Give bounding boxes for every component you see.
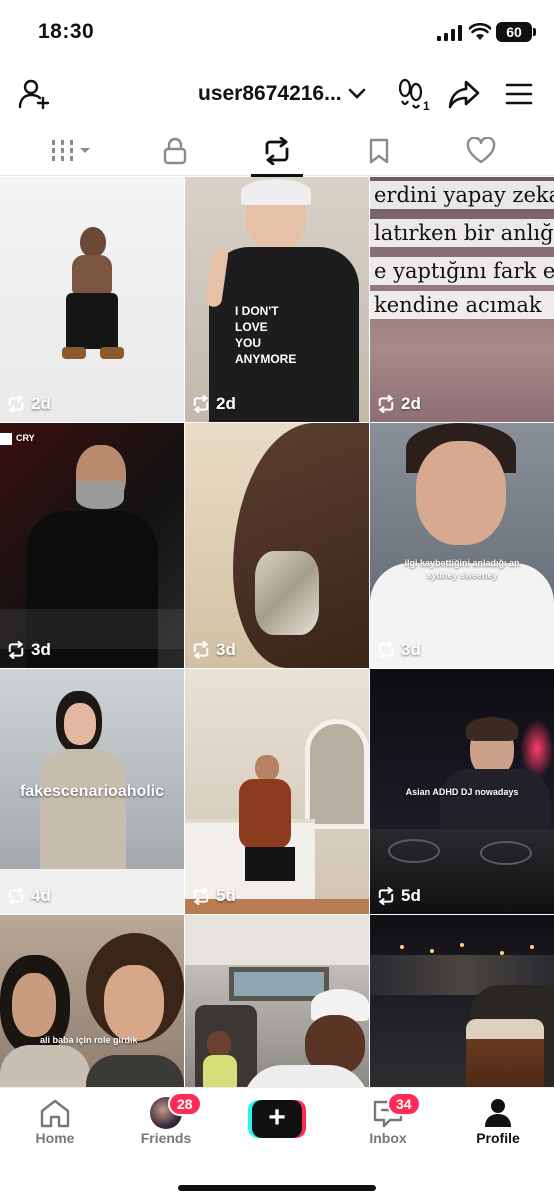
video-caption: ali baba için role girdik <box>40 1035 138 1045</box>
heart-icon <box>466 137 496 164</box>
nav-home-label: Home <box>35 1130 75 1146</box>
video-thumbnail[interactable]: 2d <box>0 177 184 422</box>
nav-friends-label: Friends <box>140 1130 192 1146</box>
repost-icon <box>193 887 209 905</box>
home-indicator <box>178 1185 376 1191</box>
video-caption: ilgi kaybettiğini anladığı an sydney swe… <box>404 558 520 580</box>
repost-icon <box>193 641 209 659</box>
video-thumbnail[interactable]: ilgi kaybettiğini anladığı an sydney swe… <box>370 423 554 668</box>
chevron-down-icon <box>348 88 365 99</box>
lock-icon <box>163 137 187 165</box>
repost-icon <box>8 641 24 659</box>
profile-tabs <box>0 126 554 177</box>
tab-reposts[interactable] <box>237 126 317 177</box>
inbox-badge: 34 <box>387 1092 421 1116</box>
video-thumbnail[interactable]: 3d <box>185 423 369 668</box>
battery-indicator: 60 <box>496 22 532 42</box>
bookmark-icon <box>369 138 389 164</box>
wifi-icon <box>469 23 491 40</box>
status-bar: 18:30 60 <box>0 0 554 62</box>
repost-icon <box>378 641 394 659</box>
repost-age: 4d <box>6 886 51 906</box>
repost-grid: 2d I DON'T LOVE YOU ANYMORE 2d erdini yapa… <box>0 177 554 1087</box>
share-icon[interactable] <box>446 76 482 112</box>
tab-videos[interactable] <box>32 126 112 176</box>
add-friend-icon[interactable] <box>16 76 52 112</box>
video-caption: e yaptığını fark edi <box>370 257 554 285</box>
repost-icon <box>8 395 24 413</box>
profile-header: user8674216... 1 <box>0 62 554 126</box>
home-icon <box>40 1099 70 1128</box>
video-thumbnail[interactable]: 5d <box>185 669 369 914</box>
video-thumbnail[interactable]: fakescenarioaholic 4d <box>0 669 184 914</box>
nav-profile-label: Profile <box>476 1130 520 1146</box>
nav-inbox-label: Inbox <box>369 1130 407 1146</box>
nav-profile[interactable]: Profile <box>453 1096 543 1146</box>
nav-home[interactable]: Home <box>10 1096 100 1146</box>
repost-icon <box>8 887 24 905</box>
tab-liked[interactable] <box>441 126 521 176</box>
video-caption: fakescenarioaholic <box>19 783 165 800</box>
tab-favorites[interactable] <box>339 126 419 176</box>
repost-icon <box>193 395 209 413</box>
battery-tip <box>533 28 536 36</box>
video-thumbnail[interactable] <box>370 915 554 1087</box>
video-caption: kendine acımak <box>370 291 554 319</box>
repost-icon <box>378 395 394 413</box>
repost-age: 3d <box>6 640 51 660</box>
video-thumbnail[interactable]: I DON'T LOVE YOU ANYMORE 2d <box>185 177 369 422</box>
grid-icon <box>52 140 90 161</box>
footprints-icon[interactable]: 1 <box>396 76 432 112</box>
repost-icon <box>265 137 289 165</box>
status-time: 18:30 <box>38 20 95 43</box>
repost-age: 2d <box>6 394 51 414</box>
repost-age: 3d <box>191 640 236 660</box>
friends-badge: 28 <box>168 1092 202 1116</box>
corner-label: CRY <box>16 433 35 443</box>
video-thumbnail[interactable]: CRY 3d <box>0 423 184 668</box>
svg-text:1: 1 <box>423 99 430 111</box>
bottom-nav: Home Friends 28 + Inbox 34 Profile <box>0 1087 554 1199</box>
repost-age: 2d <box>376 394 421 414</box>
video-caption: latırken bir anlığı <box>370 219 554 247</box>
username-switcher[interactable]: user8674216... <box>198 82 366 106</box>
repost-age: 3d <box>376 640 421 660</box>
tab-private[interactable] <box>135 126 215 176</box>
video-thumbnail[interactable]: ali baba için role girdik <box>0 915 184 1087</box>
repost-age: 5d <box>191 886 236 906</box>
repost-icon <box>378 887 394 905</box>
video-thumbnail[interactable]: Asian ADHD DJ nowadays 5d <box>370 669 554 914</box>
profile-icon <box>485 1099 511 1127</box>
menu-icon[interactable] <box>501 76 537 112</box>
create-button[interactable]: + <box>248 1100 306 1138</box>
repost-age: 2d <box>191 394 236 414</box>
cellular-signal-icon <box>437 25 462 41</box>
video-caption: erdini yapay zekay <box>370 181 554 209</box>
video-thumbnail[interactable] <box>185 915 369 1087</box>
video-thumbnail[interactable]: erdini yapay zekay latırken bir anlığı e… <box>370 177 554 422</box>
plus-icon: + <box>252 1100 302 1138</box>
username-label: user8674216... <box>198 82 342 105</box>
repost-age: 5d <box>376 886 421 906</box>
video-caption: Asian ADHD DJ nowadays <box>405 787 519 797</box>
